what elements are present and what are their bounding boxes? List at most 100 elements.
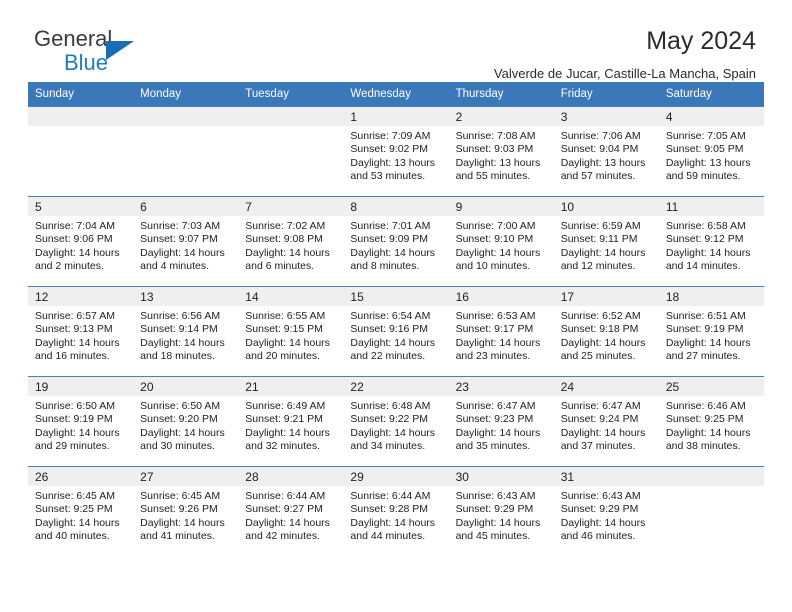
calendar-day-cell[interactable]: 11 Sunrise: 6:58 AM Sunset: 9:12 PM Dayligh… [658, 196, 764, 287]
sunrise-text: Sunrise: 6:52 AM [560, 310, 641, 322]
sunset-text: Sunset: 9:20 PM [140, 413, 218, 426]
calendar-day-cell[interactable]: 19 Sunrise: 6:50 AM Sunset: 9:19 PM Dayligh… [28, 376, 134, 467]
day-details: Sunrise: 6:51 AM Sunset: 9:19 PM Daylight:… [659, 306, 764, 363]
calendar-day-cell[interactable]: 16 Sunrise: 6:53 AM Sunset: 9:17 PM Dayligh… [448, 286, 554, 377]
daylight-text: and 42 minutes. [245, 529, 320, 542]
calendar-day-cell[interactable]: 14 Sunrise: 6:55 AM Sunset: 9:15 PM Dayligh… [238, 286, 344, 377]
daylight-text: Daylight: 14 hours [560, 426, 646, 439]
sunset-text: Sunset: 9:29 PM [560, 503, 639, 516]
weekday-header-saturday: Saturday [658, 82, 764, 107]
daylight-text: Daylight: 14 hours [245, 516, 330, 529]
calendar-day-cell-empty [133, 106, 239, 197]
calendar-day-cell[interactable]: 22 Sunrise: 6:48 AM Sunset: 9:22 PM Dayligh… [343, 376, 449, 467]
sunset-text: Sunset: 9:14 PM [140, 323, 218, 336]
daylight-text: and 35 minutes. [455, 439, 531, 452]
calendar-day-cell[interactable]: 6 Sunrise: 7:03 AM Sunset: 9:07 PM Daylight… [133, 196, 239, 287]
daylight-text: Daylight: 14 hours [665, 336, 751, 349]
sunset-text: Sunset: 9:26 PM [140, 503, 218, 516]
calendar-week-row: 19 Sunrise: 6:50 AM Sunset: 9:19 PM Dayligh… [28, 376, 764, 467]
calendar-day-cell[interactable]: 27 Sunrise: 6:45 AM Sunset: 9:26 PM Dayligh… [133, 466, 239, 557]
day-number: 18 [658, 287, 764, 306]
sunset-text: Sunset: 9:24 PM [560, 413, 639, 426]
calendar-day-cell[interactable]: 23 Sunrise: 6:47 AM Sunset: 9:23 PM Dayligh… [448, 376, 554, 467]
calendar-day-cell[interactable]: 25 Sunrise: 6:46 AM Sunset: 9:25 PM Dayligh… [658, 376, 764, 467]
weekday-header-thursday: Thursday [448, 82, 554, 107]
daylight-text: Daylight: 14 hours [35, 516, 120, 529]
calendar-day-cell[interactable]: 17 Sunrise: 6:52 AM Sunset: 9:18 PM Dayligh… [553, 286, 659, 377]
calendar-day-cell[interactable]: 7 Sunrise: 7:02 AM Sunset: 9:08 PM Daylight… [238, 196, 344, 287]
calendar-day-cell-empty [28, 106, 134, 197]
day-details [133, 126, 238, 130]
sunset-text: Sunset: 9:25 PM [35, 503, 113, 516]
day-details: Sunrise: 6:45 AM Sunset: 9:25 PM Daylight:… [28, 486, 133, 543]
calendar-day-cell-empty [658, 466, 764, 557]
daylight-text: Daylight: 14 hours [140, 246, 225, 259]
calendar-day-cell[interactable]: 21 Sunrise: 6:49 AM Sunset: 9:21 PM Dayligh… [238, 376, 344, 467]
day-number: 14 [238, 287, 344, 306]
calendar-day-cell[interactable]: 13 Sunrise: 6:56 AM Sunset: 9:14 PM Dayligh… [133, 286, 239, 377]
calendar-day-cell-empty [238, 106, 344, 197]
day-number: 12 [28, 287, 134, 306]
calendar-day-cell[interactable]: 29 Sunrise: 6:44 AM Sunset: 9:28 PM Dayligh… [343, 466, 449, 557]
calendar-day-cell[interactable]: 2 Sunrise: 7:08 AM Sunset: 9:03 PM Daylight… [448, 106, 554, 197]
calendar-day-cell[interactable]: 18 Sunrise: 6:51 AM Sunset: 9:19 PM Dayligh… [658, 286, 764, 377]
day-number: 28 [238, 467, 344, 486]
sunset-text: Sunset: 9:28 PM [350, 503, 429, 516]
day-number: 13 [133, 287, 239, 306]
day-details [28, 126, 133, 130]
day-details: Sunrise: 7:03 AM Sunset: 9:07 PM Daylight:… [133, 216, 238, 273]
calendar-day-cell[interactable]: 9 Sunrise: 7:00 AM Sunset: 9:10 PM Daylight… [448, 196, 554, 287]
sunset-text: Sunset: 9:02 PM [350, 143, 429, 156]
calendar-week-row: 26 Sunrise: 6:45 AM Sunset: 9:25 PM Dayligh… [28, 466, 764, 557]
calendar-day-cell[interactable]: 26 Sunrise: 6:45 AM Sunset: 9:25 PM Dayligh… [28, 466, 134, 557]
day-details: Sunrise: 6:58 AM Sunset: 9:12 PM Daylight:… [659, 216, 764, 273]
daylight-text: Daylight: 14 hours [455, 246, 541, 259]
sunrise-text: Sunrise: 7:06 AM [560, 130, 641, 142]
calendar-day-cell[interactable]: 15 Sunrise: 6:54 AM Sunset: 9:16 PM Dayligh… [343, 286, 449, 377]
calendar-day-cell[interactable]: 20 Sunrise: 6:50 AM Sunset: 9:20 PM Dayligh… [133, 376, 239, 467]
sunrise-text: Sunrise: 6:51 AM [665, 310, 746, 322]
sunrise-text: Sunrise: 7:02 AM [245, 220, 326, 232]
calendar-day-cell[interactable]: 1 Sunrise: 7:09 AM Sunset: 9:02 PM Daylight… [343, 106, 449, 197]
day-number: 27 [133, 467, 239, 486]
daylight-text: Daylight: 14 hours [245, 426, 330, 439]
calendar-day-cell[interactable]: 5 Sunrise: 7:04 AM Sunset: 9:06 PM Daylight… [28, 196, 134, 287]
calendar-day-cell[interactable]: 24 Sunrise: 6:47 AM Sunset: 9:24 PM Dayligh… [553, 376, 659, 467]
calendar-day-cell[interactable]: 8 Sunrise: 7:01 AM Sunset: 9:09 PM Daylight… [343, 196, 449, 287]
calendar-day-cell[interactable]: 31 Sunrise: 6:43 AM Sunset: 9:29 PM Dayligh… [553, 466, 659, 557]
daylight-text: and 44 minutes. [350, 529, 426, 542]
page-title: May 2024 [646, 27, 756, 55]
day-details: Sunrise: 7:01 AM Sunset: 9:09 PM Daylight:… [343, 216, 448, 273]
calendar-day-cell[interactable]: 10 Sunrise: 6:59 AM Sunset: 9:11 PM Dayligh… [553, 196, 659, 287]
day-number: 15 [343, 287, 449, 306]
calendar-day-cell[interactable]: 3 Sunrise: 7:06 AM Sunset: 9:04 PM Daylight… [553, 106, 659, 197]
sunrise-text: Sunrise: 6:48 AM [350, 400, 431, 412]
page-header: General Blue May 2024 Valverde de Jucar,… [28, 0, 764, 81]
day-details: Sunrise: 6:56 AM Sunset: 9:14 PM Daylight:… [133, 306, 238, 363]
day-number: 6 [133, 197, 239, 216]
brand-logo[interactable]: General Blue [34, 28, 164, 76]
calendar-day-cell[interactable]: 28 Sunrise: 6:44 AM Sunset: 9:27 PM Dayligh… [238, 466, 344, 557]
day-number [658, 467, 764, 486]
calendar-week-row: 12 Sunrise: 6:57 AM Sunset: 9:13 PM Dayligh… [28, 286, 764, 377]
sunset-text: Sunset: 9:08 PM [245, 233, 323, 246]
day-details: Sunrise: 6:45 AM Sunset: 9:26 PM Daylight:… [133, 486, 238, 543]
day-details: Sunrise: 6:55 AM Sunset: 9:15 PM Daylight:… [238, 306, 343, 363]
daylight-text: Daylight: 14 hours [35, 426, 120, 439]
daylight-text: Daylight: 14 hours [350, 426, 436, 439]
calendar-day-cell[interactable]: 12 Sunrise: 6:57 AM Sunset: 9:13 PM Dayligh… [28, 286, 134, 377]
sunset-text: Sunset: 9:06 PM [35, 233, 113, 246]
weekday-header-monday: Monday [133, 82, 239, 107]
daylight-text: and 29 minutes. [35, 439, 110, 452]
daylight-text: Daylight: 14 hours [665, 426, 751, 439]
sunrise-text: Sunrise: 6:58 AM [665, 220, 746, 232]
daylight-text: Daylight: 14 hours [140, 336, 225, 349]
day-number: 21 [238, 377, 344, 396]
triangle-logo-icon [106, 41, 134, 60]
calendar-day-cell[interactable]: 30 Sunrise: 6:43 AM Sunset: 9:29 PM Dayligh… [448, 466, 554, 557]
daylight-text: Daylight: 13 hours [560, 156, 646, 169]
daylight-text: and 32 minutes. [245, 439, 320, 452]
calendar-day-cell[interactable]: 4 Sunrise: 7:05 AM Sunset: 9:05 PM Daylight… [658, 106, 764, 197]
daylight-text: Daylight: 14 hours [350, 336, 436, 349]
sunrise-text: Sunrise: 6:49 AM [245, 400, 326, 412]
